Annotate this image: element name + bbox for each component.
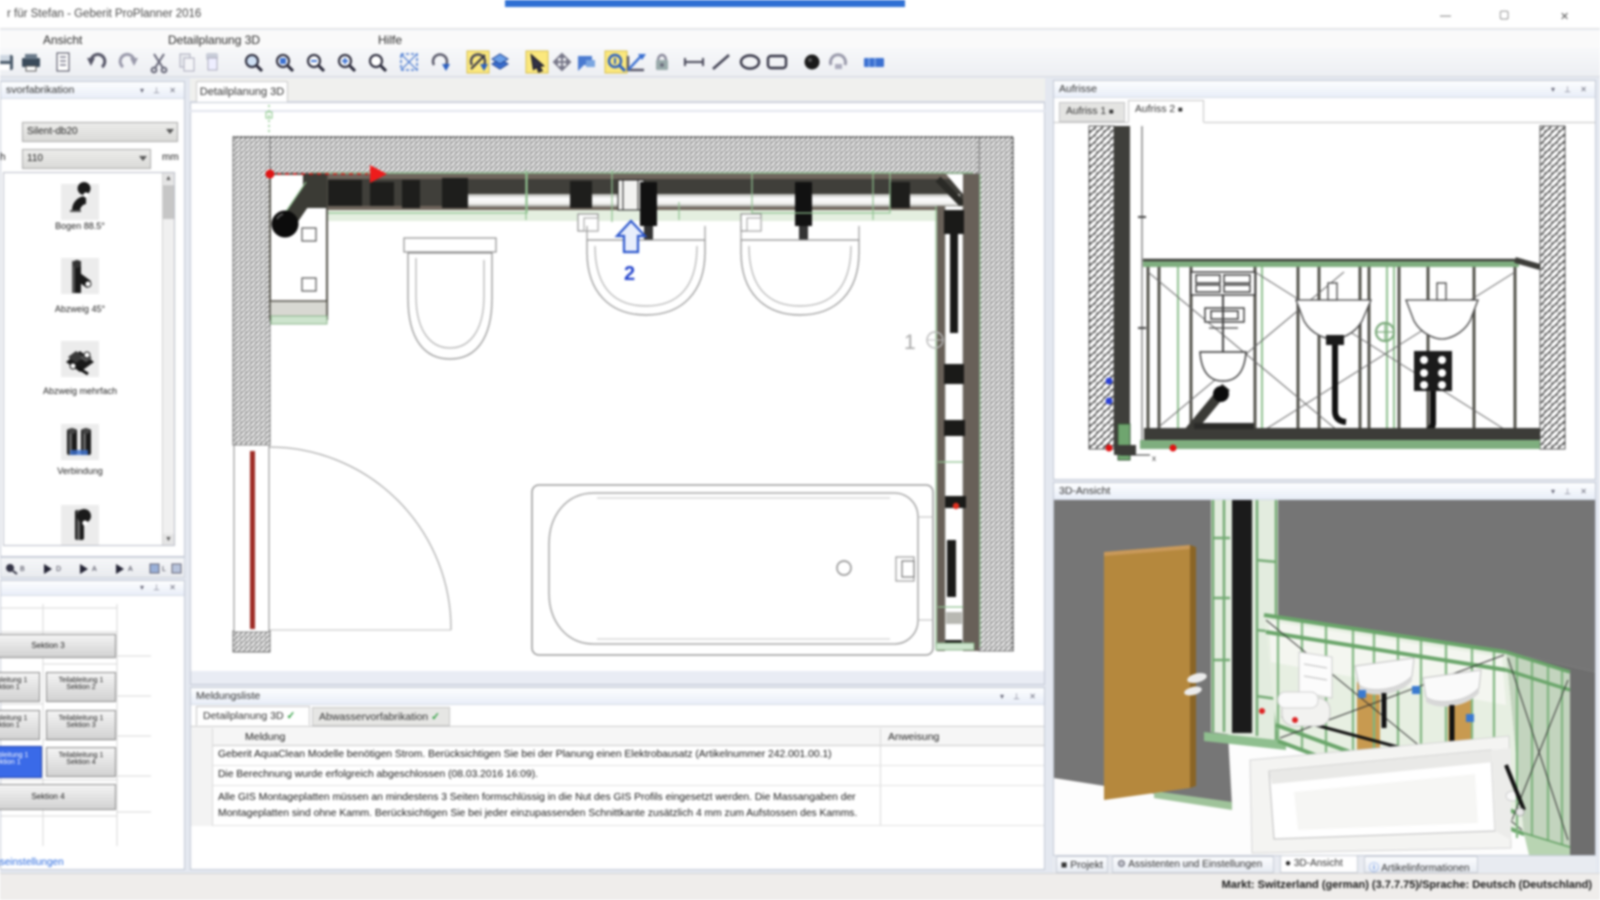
svg-text:D: D [56, 566, 61, 573]
svg-text:1: 1 [904, 331, 916, 354]
svg-text:A: A [92, 566, 97, 573]
svg-text:x: x [1152, 454, 1156, 463]
svg-text:B: B [20, 566, 25, 573]
svg-text:L: L [162, 566, 166, 573]
svg-text:2: 2 [624, 263, 635, 285]
svg-text:A: A [128, 566, 133, 573]
